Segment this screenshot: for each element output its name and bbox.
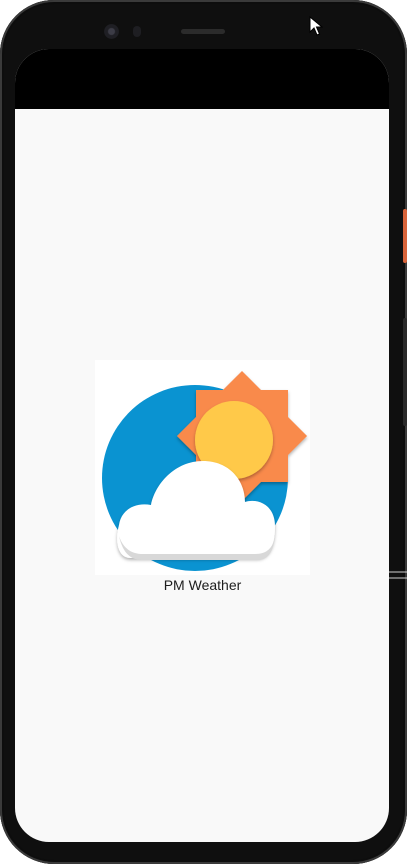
weather-sun-cloud-icon[interactable] [95, 360, 310, 575]
edge-divider [389, 571, 407, 579]
power-button[interactable] [403, 209, 407, 263]
device-frame: PM Weather [0, 0, 407, 864]
proximity-sensor [133, 26, 141, 37]
earpiece-speaker [181, 29, 225, 34]
mouse-pointer-icon [309, 16, 323, 36]
status-bar [15, 49, 389, 109]
app-shortcut-pm-weather[interactable]: PM Weather [95, 360, 310, 596]
home-screen: PM Weather [15, 49, 389, 842]
app-label[interactable]: PM Weather [95, 576, 310, 594]
volume-button[interactable] [403, 318, 407, 426]
front-camera-icon [104, 24, 119, 39]
